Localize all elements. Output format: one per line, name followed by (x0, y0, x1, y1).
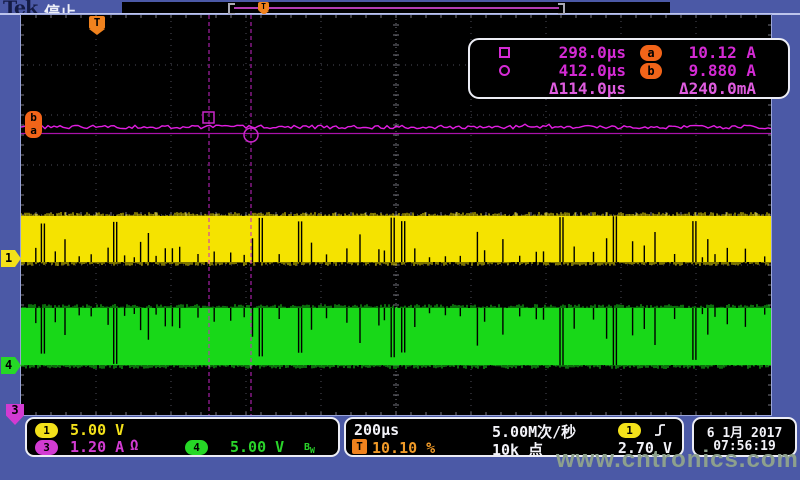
ch4-badge[interactable]: 4 (185, 440, 208, 455)
ch4-position-marker[interactable]: 4 (1, 357, 21, 374)
cursor-b-circle-icon (499, 65, 510, 76)
trigger-position-marker[interactable]: T (89, 16, 105, 35)
preview-window-bracket-right[interactable] (558, 3, 565, 15)
cursor-readout-box[interactable]: 298.0μs 412.0μs a b 10.12 A 9.880 A Δ114… (468, 38, 790, 99)
record-length-readout: 10k 点 (492, 439, 543, 460)
ch1-trace (21, 216, 771, 262)
cursor-delta-time: Δ114.0μs (500, 79, 626, 98)
ch3-position-marker-offscreen[interactable]: 3 (6, 404, 24, 425)
preview-window-bracket-left[interactable] (228, 3, 235, 15)
trigger-letter: T (89, 16, 105, 29)
cursor-a-label: a (25, 124, 42, 137)
trigger-slope-icon (652, 422, 668, 438)
preview-trace-line (234, 7, 559, 9)
trigger-source-badge[interactable]: 1 (618, 423, 641, 438)
ch4-trace (21, 308, 771, 365)
trigger-position-readout: 10.10 % (372, 439, 435, 457)
cursor-delta-value: Δ240.0mA (664, 79, 756, 98)
ch1-badge[interactable]: 1 (35, 423, 58, 438)
ch3-impedance-icon: Ω (130, 438, 138, 454)
oscilloscope-screen: { "header": { "logo": "Tek", "status": "… (0, 0, 800, 480)
trigger-arrow-icon (89, 29, 105, 35)
ch4-scale: 5.00 V (230, 438, 284, 456)
cursor-a-value: 10.12 A (664, 43, 756, 62)
preview-trigger-letter: T (258, 2, 269, 11)
cursor-a-square-icon (499, 47, 510, 58)
cursor-b-time: 412.0μs (526, 61, 626, 80)
ch4-bandwidth-icon: BW (304, 442, 315, 455)
cursor-b-badge: b (640, 63, 662, 79)
ch1-scale: 5.00 V (70, 421, 124, 439)
trigger-position-badge[interactable]: T (352, 439, 367, 454)
channel-scales-box[interactable]: 1 5.00 V 3 1.20 A Ω 4 5.00 V BW (25, 417, 340, 457)
cursor-a-badge: a (640, 45, 662, 61)
cursor-ab-level-badge[interactable]: b a (25, 111, 42, 138)
ch1-position-marker[interactable]: 1 (1, 250, 21, 267)
ch3-scale: 1.20 A (70, 438, 124, 456)
cursor-b-value: 9.880 A (664, 61, 756, 80)
timebase-readout: 200μs (354, 421, 399, 439)
preview-trigger-marker-icon[interactable]: T (258, 2, 269, 15)
record-preview-bar[interactable]: T (122, 2, 670, 13)
ch3-badge[interactable]: 3 (35, 440, 58, 455)
cursor-b-label: b (25, 111, 42, 124)
watermark: www.cntronics.com (556, 446, 799, 474)
cursor-a-time: 298.0μs (526, 43, 626, 62)
